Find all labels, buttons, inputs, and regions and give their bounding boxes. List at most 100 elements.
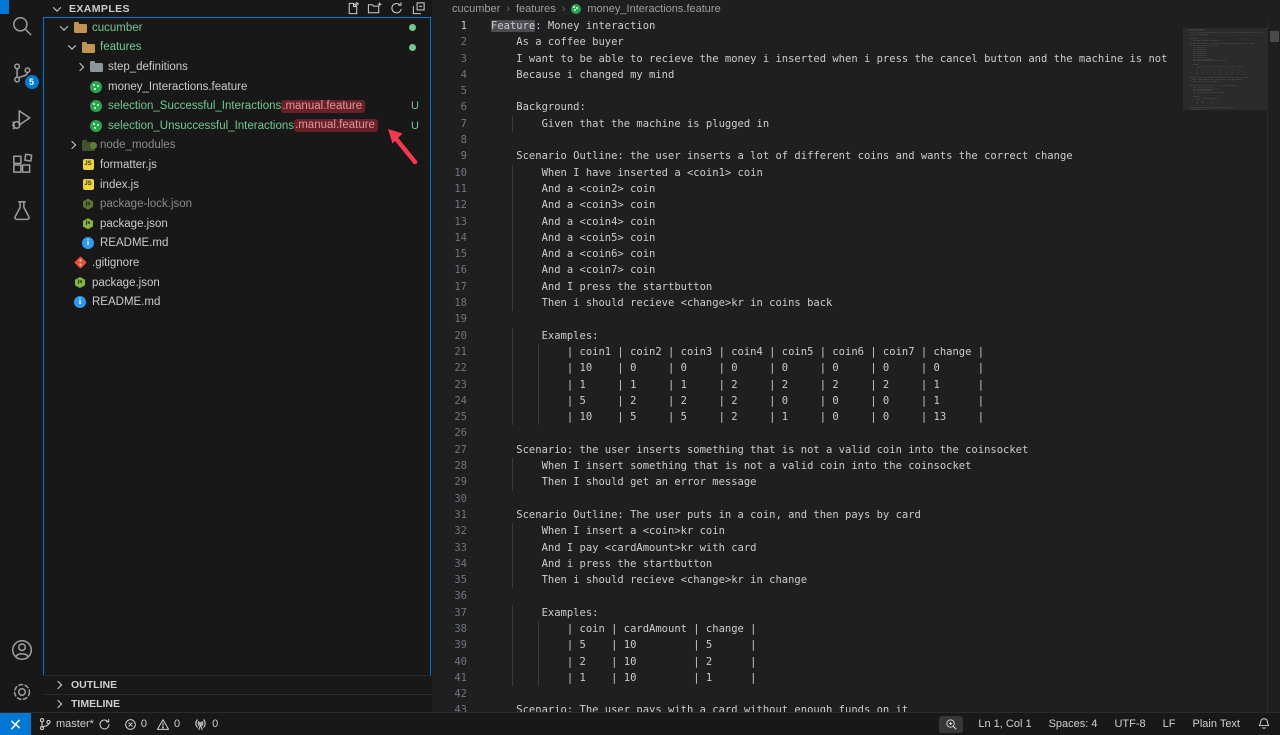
tree-item-step-definitions[interactable]: step_definitions xyxy=(44,57,430,77)
chevron-right-icon[interactable] xyxy=(64,142,80,148)
cursor-position-item[interactable]: Ln 1, Col 1 xyxy=(976,713,1033,735)
line-number: 39 xyxy=(432,637,467,653)
status-bar: master* 0 0 0 Ln 1, Col 1 Spaces: 4 UTF-… xyxy=(0,712,1280,735)
outline-section[interactable]: OUTLINE xyxy=(43,675,432,694)
line-number: 38 xyxy=(432,621,467,637)
remote-indicator[interactable] xyxy=(0,713,31,735)
line-number: 8 xyxy=(432,132,467,148)
tree-item-selection-successful-interactions[interactable]: selection_Successful_Interactions.manual… xyxy=(44,96,430,116)
minimap[interactable]: Feature: Money interaction As a coffee b… xyxy=(1183,28,1267,713)
folder-open-icon xyxy=(72,22,88,33)
search-icon[interactable] xyxy=(9,14,35,40)
indent-guide xyxy=(512,344,513,360)
accounts-icon[interactable] xyxy=(9,637,35,663)
file-tree: cucumber features step_definitionsmoney_In… xyxy=(43,17,431,676)
ports-item[interactable]: 0 xyxy=(191,713,220,735)
tree-item-package-json[interactable]: package.json xyxy=(44,273,430,293)
cucumber-file-icon xyxy=(88,81,104,93)
git-branch-item[interactable]: master* xyxy=(36,713,113,735)
tree-item-index-js[interactable]: index.js xyxy=(44,175,430,195)
tree-item-package-lock-json[interactable]: package-lock.json xyxy=(44,194,430,214)
javascript-file-icon xyxy=(80,179,96,190)
code-line: Scenario: the user inserts something tha… xyxy=(491,442,1280,458)
encoding-item[interactable]: UTF-8 xyxy=(1112,713,1147,735)
tree-item-readme-md[interactable]: README.md xyxy=(44,292,430,312)
code-editor[interactable]: 1234567891011121314151617181920212223242… xyxy=(432,18,1280,713)
language-mode-item[interactable]: Plain Text xyxy=(1191,713,1243,735)
indent-guide xyxy=(512,246,513,262)
chevron-down-icon[interactable] xyxy=(64,44,80,50)
indent-guide xyxy=(512,393,513,409)
problems-item[interactable]: 0 0 xyxy=(122,713,182,735)
breadcrumb-file[interactable]: money_Interactions.feature xyxy=(587,3,720,15)
tree-item-selection-unsuccessful-interactions[interactable]: selection_Unsuccessful_Interactions.manu… xyxy=(44,116,430,136)
git-branch-icon xyxy=(38,717,52,731)
eol-item[interactable]: LF xyxy=(1161,713,1178,735)
source-control-icon[interactable]: 5 xyxy=(9,60,35,86)
extensions-icon[interactable] xyxy=(9,152,35,178)
minimap-slider[interactable] xyxy=(1183,28,1267,110)
tree-item-label: selection_Successful_Interactions xyxy=(108,100,281,112)
testing-icon[interactable] xyxy=(9,198,35,224)
tree-item-label: features xyxy=(100,41,142,53)
new-folder-icon[interactable] xyxy=(366,1,382,17)
collapse-all-icon[interactable] xyxy=(410,1,426,17)
tree-item-money-interactions-feature[interactable]: money_Interactions.feature xyxy=(44,77,430,97)
line-number: 33 xyxy=(432,540,467,556)
new-file-icon[interactable] xyxy=(344,1,360,17)
indent-guide xyxy=(512,262,513,278)
code-line: And I press the startbutton xyxy=(491,279,1280,295)
run-debug-icon[interactable] xyxy=(9,106,35,132)
warnings-count: 0 xyxy=(174,718,180,730)
readme-info-icon xyxy=(80,237,96,249)
code-line: And a <coin2> coin xyxy=(491,181,1280,197)
chevron-down-icon[interactable] xyxy=(56,25,72,31)
indent-guide xyxy=(538,377,539,393)
timeline-section[interactable]: TIMELINE xyxy=(43,694,432,713)
tree-item--gitignore[interactable]: .gitignore xyxy=(44,253,430,273)
indent-guide xyxy=(512,540,513,556)
chevron-right-icon[interactable] xyxy=(72,64,88,70)
indent-guide xyxy=(538,637,539,653)
indentation-item[interactable]: Spaces: 4 xyxy=(1047,713,1100,735)
code-line: Scenario Outline: The user puts in a coi… xyxy=(491,507,1280,523)
tree-item-label: index.js xyxy=(100,179,139,191)
indent-guide xyxy=(512,295,513,311)
refresh-icon[interactable] xyxy=(388,1,404,17)
line-number: 27 xyxy=(432,442,467,458)
tree-item-label: README.md xyxy=(92,296,160,308)
breadcrumb-folder[interactable]: cucumber xyxy=(452,3,500,15)
line-number: 30 xyxy=(432,491,467,507)
tree-item-features[interactable]: features xyxy=(44,38,430,58)
indent-guide xyxy=(512,572,513,588)
notifications-bell-icon[interactable] xyxy=(1255,713,1273,735)
indent-guide xyxy=(512,409,513,425)
warnings-icon xyxy=(156,718,170,731)
cucumber-file-icon xyxy=(571,4,581,14)
explorer-sidebar: EXAMPLES cucumberfeaturesstep_definition… xyxy=(43,0,432,713)
indent-guide xyxy=(512,230,513,246)
tree-item-node-modules[interactable]: node_modules xyxy=(44,136,430,156)
chevron-right-icon xyxy=(50,682,66,688)
tree-item-readme-md[interactable]: README.md xyxy=(44,234,430,254)
settings-gear-icon[interactable] xyxy=(9,679,35,705)
code-line: | 5 | 2 | 2 | 2 | 0 | 0 | 0 | 1 | xyxy=(491,393,1280,409)
zoom-status-item[interactable] xyxy=(939,716,963,733)
indent-guide xyxy=(512,654,513,670)
tree-item-cucumber[interactable]: cucumber xyxy=(44,18,430,38)
breadcrumb-folder[interactable]: features xyxy=(516,3,556,15)
radio-tower-icon xyxy=(193,717,208,731)
line-number: 26 xyxy=(432,425,467,441)
line-number: 25 xyxy=(432,409,467,425)
indent-guide xyxy=(512,377,513,393)
code-line: As a coffee buyer xyxy=(491,34,1280,50)
line-number: 15 xyxy=(432,246,467,262)
annotation-red-highlight: .manual.feature xyxy=(281,100,365,113)
vscode-window: 5 EXAMPLES xyxy=(0,0,1280,735)
tree-item-formatter-js[interactable]: formatter.js xyxy=(44,155,430,175)
tree-item-package-json[interactable]: package.json xyxy=(44,214,430,234)
scrollbar-thumb[interactable] xyxy=(1270,31,1279,42)
editor-scrollbar[interactable] xyxy=(1267,18,1280,713)
chevron-down-icon[interactable] xyxy=(49,6,65,12)
code-line xyxy=(491,132,1280,148)
